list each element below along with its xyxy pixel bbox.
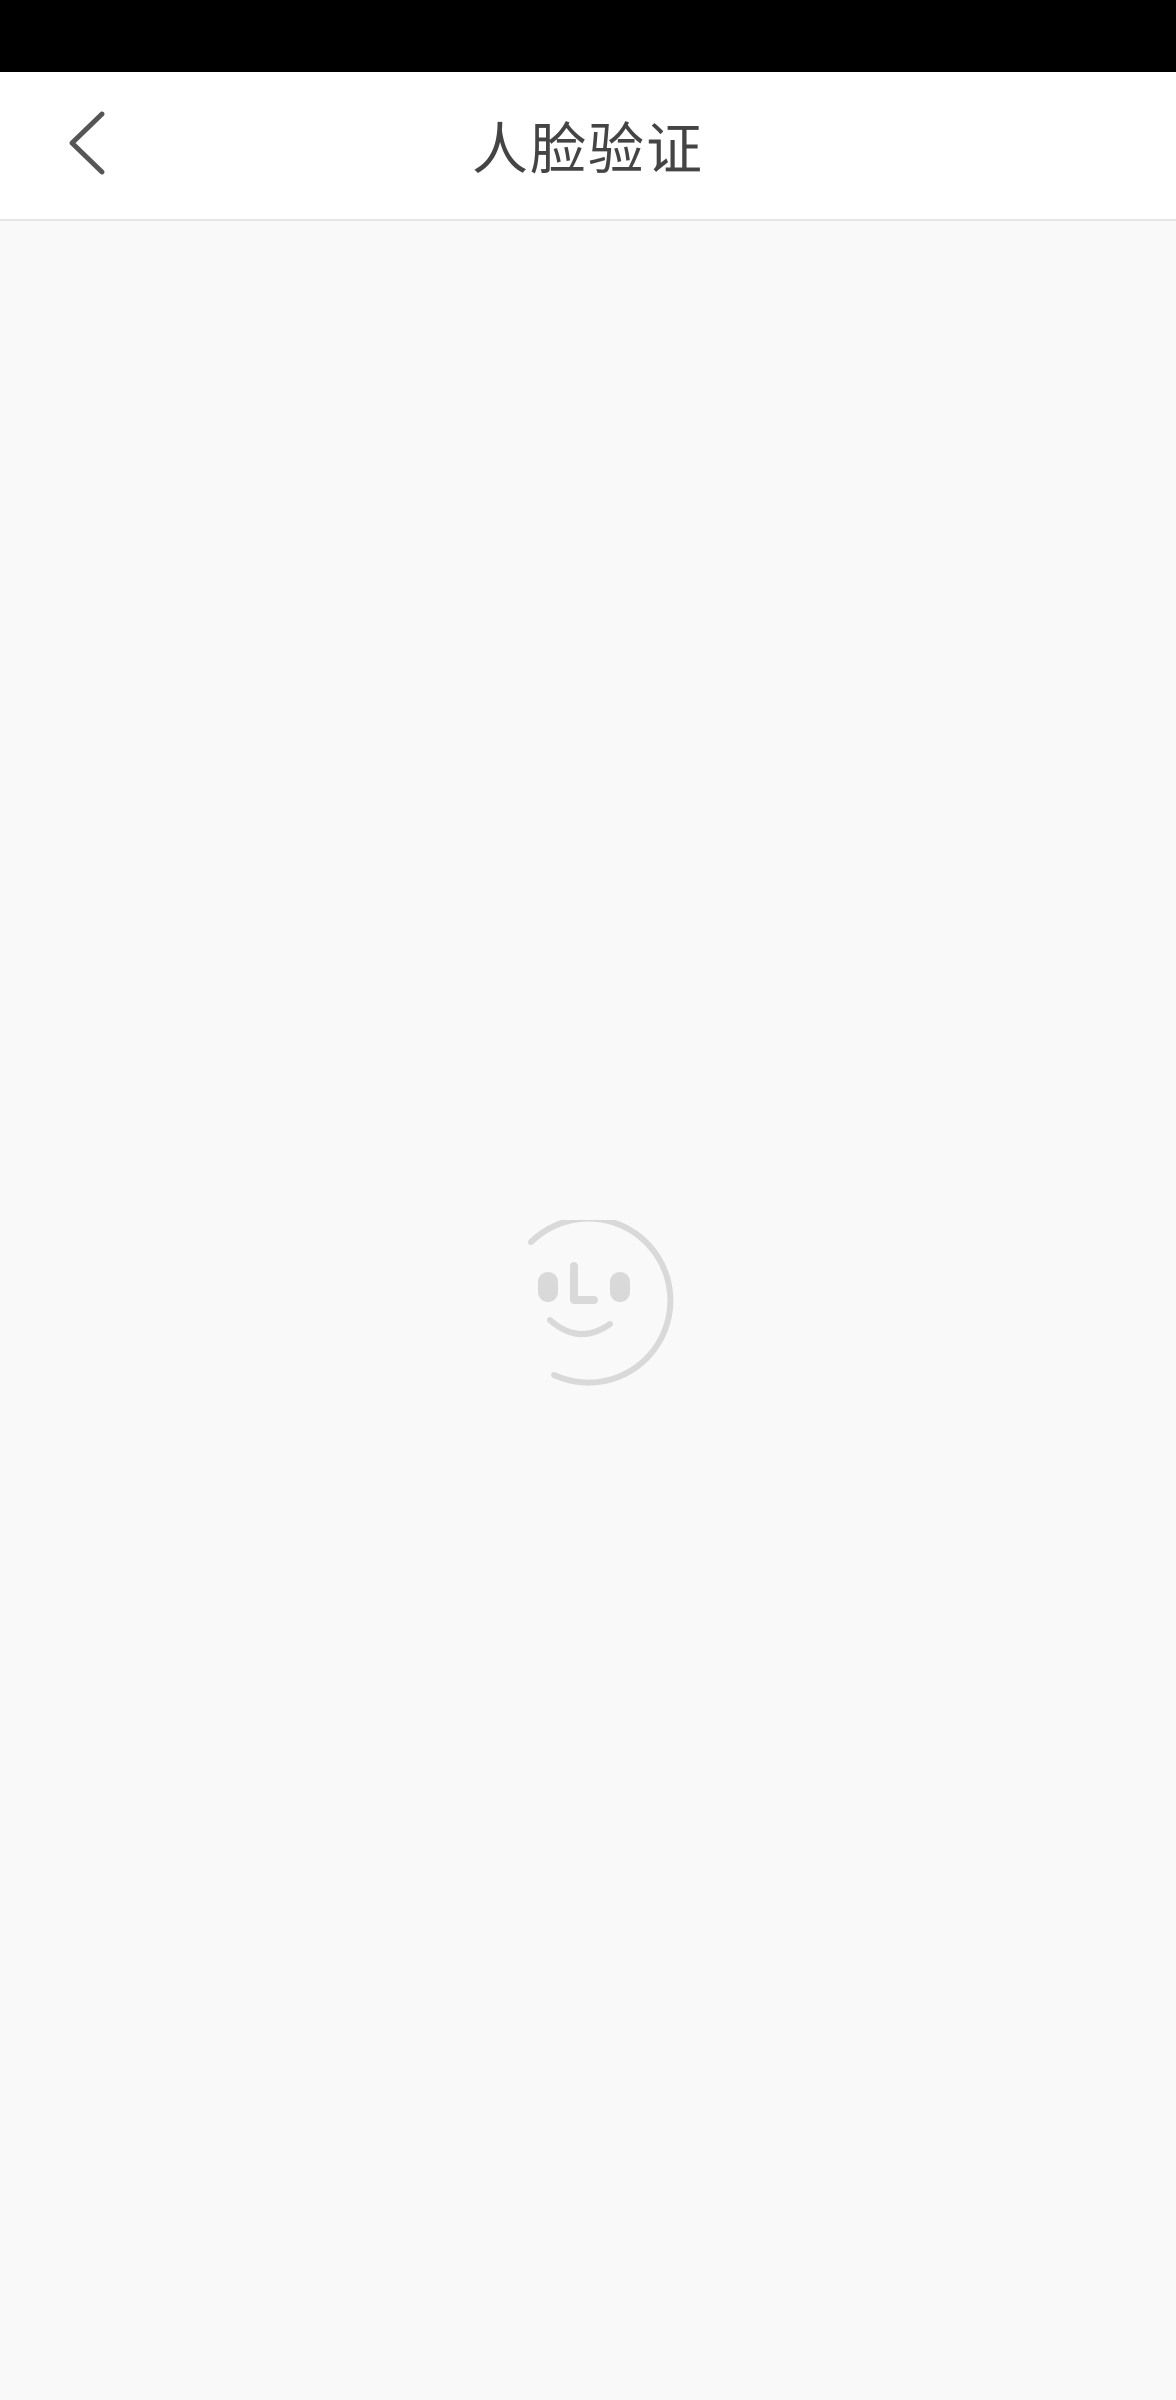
face-loading-icon (512, 1215, 678, 1386)
navigation-bar: 人脸验证 (0, 72, 1176, 221)
status-bar (0, 0, 1176, 72)
page-title: 人脸验证 (472, 118, 704, 183)
